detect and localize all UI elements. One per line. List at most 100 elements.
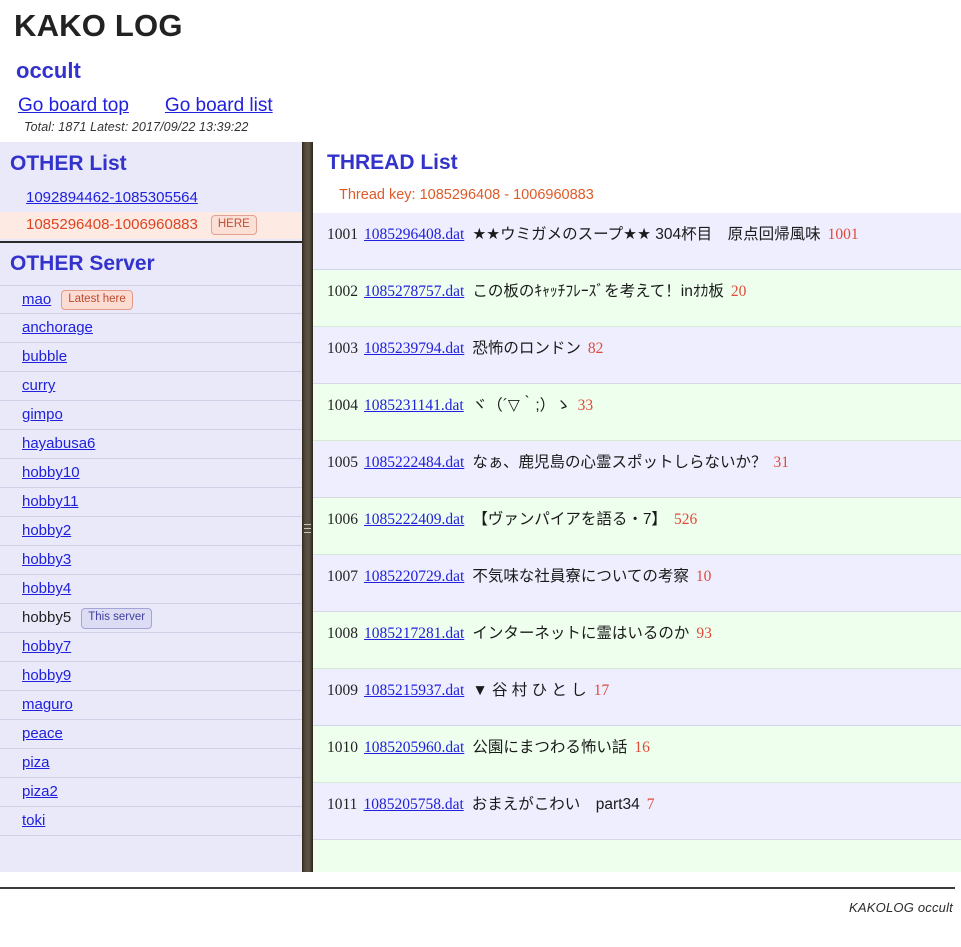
server-list-item[interactable]: hobby11 — [0, 488, 302, 518]
thread-row[interactable]: 1007 1085220729.dat 不気味な社員寮についての考察 10 — [313, 555, 961, 613]
go-board-top-link[interactable]: Go board top — [18, 95, 129, 117]
server-list-item[interactable]: hayabusa6 — [0, 430, 302, 460]
server-list-item[interactable]: bubble — [0, 343, 302, 373]
thread-subject: 【ヴァンパイアを語る・7】 — [472, 511, 667, 529]
thread-row[interactable] — [313, 840, 961, 872]
server-list-item[interactable]: piza2 — [0, 778, 302, 808]
server-list-item-label[interactable]: maguro — [22, 696, 73, 715]
thread-subject: おまえがこわい part34 — [471, 796, 640, 814]
server-list-item-label[interactable]: gimpo — [22, 406, 63, 425]
thread-dat-link[interactable]: 1085222409.dat — [364, 511, 464, 528]
pane-splitter-handle[interactable] — [302, 141, 313, 872]
panes-container: OTHER List 1092894462-1085305564 10852964… — [0, 141, 961, 879]
thread-row[interactable]: 1008 1085217281.dat インターネットに霊はいるのか 93 — [313, 612, 961, 670]
thread-reply-count: 7 — [646, 796, 655, 814]
site-title: KAKO LOG — [14, 8, 183, 43]
server-list-item[interactable]: hobby10 — [0, 459, 302, 489]
other-list-item: 1085296408-1006960883 HERE — [0, 211, 302, 240]
server-list-item: hobby5 This server — [0, 604, 302, 634]
thread-index: 1011 — [327, 796, 358, 814]
thread-index: 1003 — [327, 340, 358, 358]
thread-index: 1004 — [327, 397, 358, 415]
thread-subject: ヾ（´▽｀;）ゝ — [471, 397, 571, 415]
thread-dat-link[interactable]: 1085220729.dat — [364, 568, 464, 585]
header-meta-total-latest: Total: 1871 Latest: 2017/09/22 13:39:22 — [24, 119, 249, 134]
left-pane: OTHER List 1092894462-1085305564 10852964… — [0, 141, 302, 872]
server-list-item[interactable]: hobby3 — [0, 546, 302, 576]
server-list-item-label[interactable]: mao — [22, 291, 51, 310]
server-list-item-label[interactable]: piza — [22, 754, 50, 773]
server-list-item[interactable]: gimpo — [0, 401, 302, 431]
thread-dat-link[interactable]: 1085205960.dat — [364, 739, 464, 756]
thread-row[interactable]: 1003 1085239794.dat 恐怖のロンドン 82 — [313, 327, 961, 385]
server-list-item[interactable]: toki — [0, 807, 302, 837]
server-list-item-label[interactable]: piza2 — [22, 783, 58, 802]
server-list-item[interactable]: anchorage — [0, 314, 302, 344]
thread-reply-count: 20 — [730, 283, 747, 301]
other-server-section: OTHER Server mao Latest here anchorage bubb… — [0, 252, 302, 837]
thread-row[interactable]: 1010 1085205960.dat 公園にまつわる怖い話 16 — [313, 726, 961, 784]
server-list-item-label[interactable]: hobby7 — [22, 638, 71, 657]
server-list-item[interactable]: hobby4 — [0, 575, 302, 605]
thread-subject: なぁ、鹿児島の心霊スポットしらないか？ — [472, 454, 767, 472]
go-board-list-link[interactable]: Go board list — [165, 95, 273, 117]
thread-index: 1010 — [327, 739, 358, 757]
thread-dat-link[interactable]: 1085222484.dat — [364, 454, 464, 471]
other-list-section: OTHER List 1092894462-1085305564 10852964… — [0, 151, 302, 244]
thread-row[interactable]: 1006 1085222409.dat 【ヴァンパイアを語る・7】 526 — [313, 498, 961, 556]
other-list-item-link[interactable]: 1092894462-1085305564 — [26, 189, 198, 206]
server-rows: mao Latest here anchorage bubble curry gimpo h… — [0, 285, 302, 837]
footer-text: KAKOLOG occult — [849, 900, 953, 915]
server-list-item[interactable]: hobby7 — [0, 633, 302, 663]
server-list-item[interactable]: curry — [0, 372, 302, 402]
page-footer: KAKOLOG occult — [0, 887, 961, 947]
server-list-item[interactable]: mao Latest here — [0, 285, 302, 315]
thread-row[interactable]: 1005 1085222484.dat なぁ、鹿児島の心霊スポットしらないか？ 31 — [313, 441, 961, 499]
thread-dat-link[interactable]: 1085239794.dat — [364, 340, 464, 357]
thread-row[interactable]: 1009 1085215937.dat ▼ 谷 村 ひ と し 17 — [313, 669, 961, 727]
thread-dat-link[interactable]: 1085278757.dat — [364, 283, 464, 300]
latest-here-badge: Latest here — [61, 289, 133, 311]
thread-index: 1005 — [327, 454, 358, 472]
other-list-item-label: 1085296408-1006960883 — [26, 216, 198, 233]
thread-subject: インターネットに霊はいるのか — [472, 625, 690, 643]
thread-reply-count: 93 — [696, 625, 712, 643]
server-list-item[interactable]: piza — [0, 749, 302, 779]
thread-row[interactable]: 1011 1085205758.dat おまえがこわい part34 7 — [313, 783, 961, 841]
server-list-item-label[interactable]: curry — [22, 377, 55, 396]
thread-dat-link[interactable]: 1085231141.dat — [364, 397, 464, 414]
server-list-item-label[interactable]: hobby11 — [22, 493, 78, 512]
thread-row[interactable]: 1004 1085231141.dat ヾ（´▽｀;）ゝ 33 — [313, 384, 961, 442]
thread-list: 1001 1085296408.dat ★★ウミガメのスープ★★ 304杯目 原点回… — [313, 213, 961, 872]
thread-reply-count: 33 — [577, 397, 594, 415]
thread-dat-link[interactable]: 1085215937.dat — [364, 682, 464, 699]
server-list-item[interactable]: maguro — [0, 691, 302, 721]
thread-row[interactable]: 1001 1085296408.dat ★★ウミガメのスープ★★ 304杯目 原点回… — [313, 213, 961, 271]
grip-icon — [304, 523, 311, 535]
thread-index: 1001 — [327, 226, 358, 244]
thread-dat-link[interactable]: 1085205758.dat — [363, 796, 463, 813]
thread-subject: 恐怖のロンドン — [472, 340, 581, 358]
server-list-item[interactable]: peace — [0, 720, 302, 750]
thread-reply-count: 31 — [773, 454, 790, 472]
server-list-item-label[interactable]: anchorage — [22, 319, 93, 338]
server-list-item-label[interactable]: hayabusa6 — [22, 435, 95, 454]
server-list-item-label[interactable]: hobby3 — [22, 551, 71, 570]
server-list-item-label[interactable]: hobby10 — [22, 464, 80, 483]
server-list-item-label[interactable]: peace — [22, 725, 63, 744]
server-list-item[interactable]: hobby9 — [0, 662, 302, 692]
server-list-item-label[interactable]: bubble — [22, 348, 67, 367]
server-list-item-label[interactable]: hobby4 — [22, 580, 71, 599]
other-list-item[interactable]: 1092894462-1085305564 — [0, 185, 302, 212]
thread-dat-link[interactable]: 1085296408.dat — [364, 226, 464, 243]
server-list-item[interactable]: hobby2 — [0, 517, 302, 547]
thread-row[interactable]: 1002 1085278757.dat この板のｷｬｯﾁﾌﾚｰｽﾞを考えて！inｵｶ… — [313, 270, 961, 328]
server-list-item-label[interactable]: hobby9 — [22, 667, 71, 686]
thread-index: 1006 — [327, 511, 358, 529]
thread-index: 1008 — [327, 625, 358, 643]
thread-reply-count: 17 — [593, 682, 610, 700]
server-list-item-label[interactable]: toki — [22, 812, 45, 831]
thread-dat-link[interactable]: 1085217281.dat — [364, 625, 464, 642]
server-list-item-label[interactable]: hobby2 — [22, 522, 71, 541]
other-server-title: OTHER Server — [10, 252, 155, 276]
